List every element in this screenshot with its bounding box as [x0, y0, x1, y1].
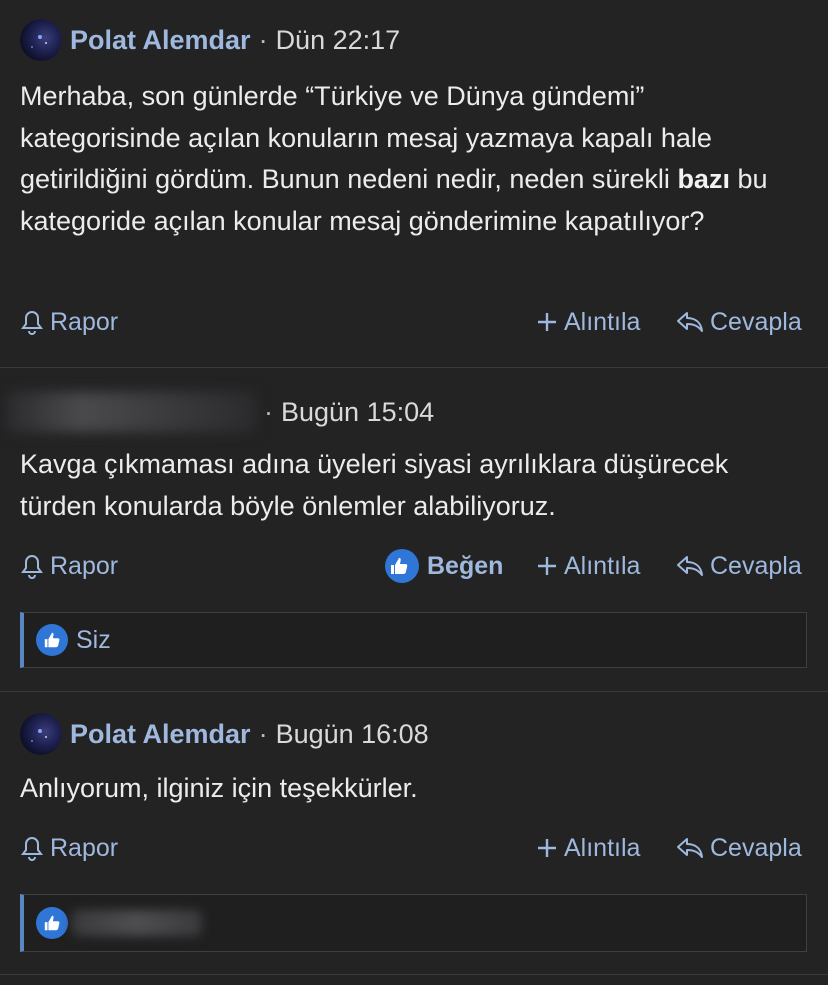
report-label: Rapor — [50, 307, 119, 336]
thumbs-up-icon — [385, 549, 419, 583]
separator: · — [264, 396, 273, 427]
reactions-bar[interactable]: Siz — [20, 612, 807, 668]
reply-label: Cevapla — [710, 833, 802, 862]
reactions-users[interactable]: Siz — [76, 626, 111, 655]
author-name[interactable]: Polat Alemdar — [70, 25, 251, 56]
reply-label: Cevapla — [710, 551, 802, 580]
bell-icon — [21, 554, 43, 579]
quote-label: Alıntıla — [564, 551, 641, 580]
thumbs-up-icon — [36, 907, 68, 939]
report-label: Rapor — [50, 551, 119, 580]
report-button[interactable]: Rapor — [20, 305, 118, 339]
reply-arrow-icon — [677, 556, 703, 576]
bell-icon — [21, 310, 43, 335]
quote-button[interactable]: Alıntıla — [536, 305, 640, 339]
post-body: Anlıyorum, ilginiz için teşekkürler. — [20, 773, 418, 803]
post-1: Polat Alemdar · Dün 22:17 Merhaba, son g… — [0, 0, 828, 368]
reply-label: Cevapla — [710, 307, 802, 336]
post-body-bold: bazı — [677, 164, 730, 194]
quote-label: Alıntıla — [564, 833, 641, 862]
post-actions: Rapor Alıntıla Cevapla — [20, 305, 806, 339]
post-2: · Bugün 15:04 Kavga çıkmaması adına üyel… — [0, 368, 828, 692]
post-header: Polat Alemdar · Dün 22:17 — [20, 19, 401, 61]
author-name[interactable]: Polat Alemdar — [70, 719, 251, 750]
reply-button[interactable]: Cevapla — [676, 831, 802, 865]
reactions-bar[interactable] — [20, 894, 807, 952]
bell-icon — [21, 836, 43, 861]
report-button[interactable]: Rapor — [20, 549, 118, 583]
quote-label: Alıntıla — [564, 307, 641, 336]
report-button[interactable]: Rapor — [20, 831, 118, 865]
post-actions: Rapor Alıntıla Cevapla — [20, 831, 806, 865]
reply-arrow-icon — [677, 312, 703, 332]
like-label: Beğen — [427, 551, 504, 580]
report-label: Rapor — [50, 833, 119, 862]
plus-icon — [538, 557, 556, 575]
post-body: Kavga çıkmaması adına üyeleri siyasi ayr… — [20, 449, 729, 521]
reply-button[interactable]: Cevapla — [676, 305, 802, 339]
avatar[interactable] — [20, 19, 62, 61]
post-timestamp[interactable]: Bugün 15:04 — [281, 397, 434, 428]
quote-button[interactable]: Alıntıla — [536, 831, 640, 865]
separator: · — [258, 24, 268, 55]
like-button[interactable]: Beğen — [385, 549, 503, 583]
post-3: Polat Alemdar · Bugün 16:08 Anlıyorum, i… — [0, 692, 828, 975]
reply-button[interactable]: Cevapla — [676, 549, 802, 583]
post-timestamp[interactable]: Dün 22:17 — [276, 25, 401, 56]
separator: · — [258, 718, 268, 749]
thumbs-up-icon — [36, 624, 68, 656]
redacted-reactor-name — [72, 910, 202, 936]
plus-icon — [538, 839, 556, 857]
post-actions: Rapor Beğen Alıntıla Cevapla — [20, 549, 806, 583]
avatar[interactable] — [20, 713, 62, 755]
quote-button[interactable]: Alıntıla — [536, 549, 640, 583]
reply-arrow-icon — [677, 838, 703, 858]
post-header: · Bugün 15:04 — [6, 392, 434, 432]
post-body-text: Merhaba, son günlerde “Türkiye ve Dünya … — [20, 81, 712, 194]
redacted-author-name — [6, 392, 256, 432]
post-timestamp[interactable]: Bugün 16:08 — [276, 719, 429, 750]
post-body: Merhaba, son günlerde “Türkiye ve Dünya … — [20, 76, 808, 242]
post-header: Polat Alemdar · Bugün 16:08 — [20, 713, 429, 755]
plus-icon — [538, 313, 556, 331]
